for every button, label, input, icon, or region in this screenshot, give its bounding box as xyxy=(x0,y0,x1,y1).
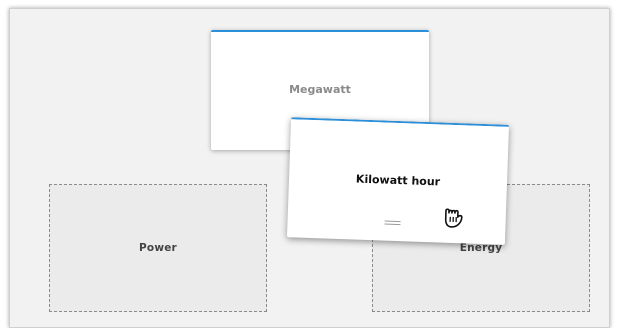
dropzone-power[interactable]: Power xyxy=(49,184,267,312)
grab-hand-cursor-icon xyxy=(439,200,470,231)
activity-area: Power Energy Megawatt Kilowatt hour xyxy=(9,8,610,328)
dropzone-label: Power xyxy=(139,242,177,254)
card-label: Megawatt xyxy=(289,83,351,96)
card-kilowatt-hour[interactable]: Kilowatt hour xyxy=(287,117,509,245)
drag-grip-icon[interactable] xyxy=(384,221,400,226)
card-label: Kilowatt hour xyxy=(356,172,441,188)
